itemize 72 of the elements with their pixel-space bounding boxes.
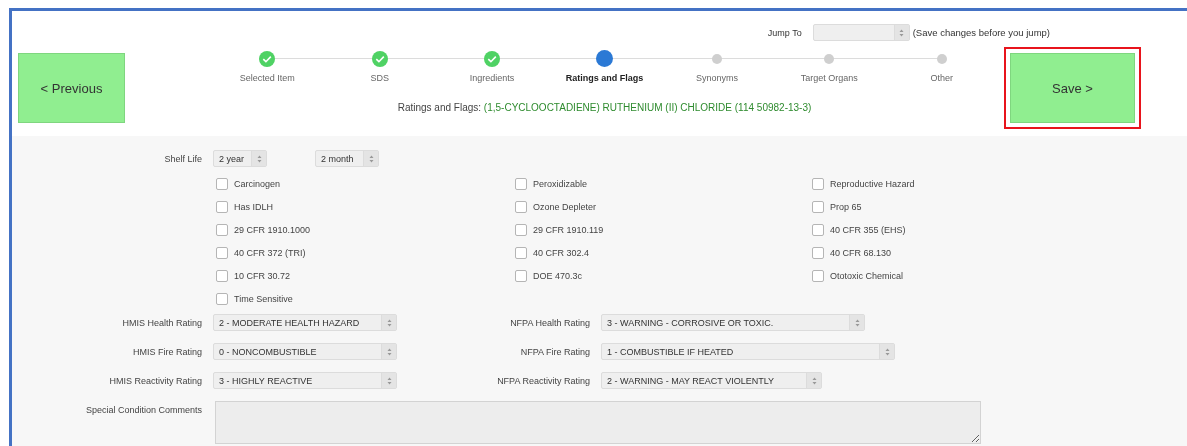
jump-to-dropdown[interactable] — [812, 24, 910, 41]
rating-label: NFPA Health Rating — [509, 317, 591, 328]
checkbox-label: Time Sensitive — [234, 293, 293, 304]
step-label[interactable]: Selected Item — [239, 73, 295, 84]
checkbox[interactable] — [812, 177, 824, 190]
rating-dropdown[interactable]: 3 - HIGHLY REACTIVE — [213, 372, 397, 389]
checkbox-label: 40 CFR 302.4 — [533, 247, 590, 258]
checkbox-label: Reproductive Hazard — [830, 178, 915, 189]
checkbox[interactable] — [515, 223, 527, 236]
checkbox-label: 29 CFR 1910.119 — [533, 224, 604, 235]
rating-label: NFPA Reactivity Rating — [496, 375, 591, 386]
checkbox[interactable] — [216, 177, 228, 190]
rating-dropdown[interactable]: 2 - MODERATE HEALTH HAZARD — [213, 314, 397, 331]
updown-caret-icon — [386, 376, 392, 385]
step-label[interactable]: Ingredients — [469, 73, 515, 84]
rating-dropdown[interactable]: 1 - COMBUSTIBLE IF HEATED — [601, 343, 895, 360]
step-label[interactable]: Other — [930, 73, 953, 84]
rating-dropdown[interactable]: 3 - WARNING - CORROSIVE OR TOXIC. — [601, 314, 865, 331]
checkbox-label: 10 CFR 30.72 — [234, 270, 291, 281]
rating-label: HMIS Reactivity Rating — [108, 375, 203, 386]
checkbox[interactable] — [216, 223, 228, 236]
checkbox[interactable] — [216, 269, 228, 282]
months-dropdown[interactable]: 2 month — [315, 150, 379, 167]
jump-to-label: Jump To — [767, 27, 802, 38]
chemical-name: (1,5-CYCLOOCTADIENE) RUTHENIUM (II) CHLORIDE (114 50982-13-3) — [483, 102, 812, 113]
years-dropdown[interactable]: 2 year — [213, 150, 267, 167]
step-label[interactable]: Ratings and Flags — [565, 73, 644, 84]
updown-caret-icon — [256, 154, 262, 163]
checkbox-label: 40 CFR 68.130 — [830, 247, 892, 258]
updown-caret-icon — [884, 347, 890, 356]
checkbox-label: Prop 65 — [830, 201, 862, 212]
updown-caret-icon — [386, 318, 392, 327]
updown-caret-icon — [368, 154, 374, 163]
updown-caret-icon — [386, 347, 392, 356]
comments-label: Special Condition Comments — [84, 404, 203, 415]
shelf-life-label: Shelf Life — [163, 153, 203, 164]
checkbox-label: DOE 470.3c — [533, 270, 583, 281]
rating-label: HMIS Fire Rating — [131, 346, 203, 357]
previous-button[interactable]: < Previous — [18, 53, 125, 123]
checkbox[interactable] — [216, 246, 228, 259]
checkbox-label: Carcinogen — [234, 178, 281, 189]
checkbox-label: 40 CFR 355 (EHS) — [830, 224, 906, 235]
checkbox-label: Peroxidizable — [533, 178, 588, 189]
step-label[interactable]: SDS — [370, 73, 389, 84]
rating-label: NFPA Fire Rating — [519, 346, 591, 357]
checkbox-label: 40 CFR 372 (TRI) — [234, 247, 306, 258]
checkbox[interactable] — [216, 200, 228, 213]
updown-caret-icon — [811, 376, 817, 385]
step-label[interactable]: Synonyms — [695, 73, 738, 84]
updown-caret-icon — [854, 318, 860, 327]
save-button[interactable]: Save > — [1010, 53, 1135, 123]
checkbox[interactable] — [515, 246, 527, 259]
checkbox[interactable] — [812, 246, 824, 259]
checkbox[interactable] — [515, 177, 527, 190]
comments-field[interactable] — [215, 401, 981, 444]
checkbox-label: Ozone Depleter — [533, 201, 597, 212]
checkbox-label: 29 CFR 1910.1000 — [234, 224, 311, 235]
checkbox-label: Has IDLH — [234, 201, 273, 212]
checkbox[interactable] — [812, 269, 824, 282]
rating-dropdown[interactable]: 0 - NONCOMBUSTIBLE — [213, 343, 397, 360]
checkbox[interactable] — [812, 200, 824, 213]
subtitle-label: Ratings and Flags: — [397, 102, 482, 113]
step-label[interactable]: Target Organs — [800, 73, 858, 84]
rating-dropdown[interactable]: 2 - WARNING - MAY REACT VIOLENTLY — [601, 372, 822, 389]
checkbox[interactable] — [515, 200, 527, 213]
updown-caret-icon — [899, 28, 905, 37]
checkbox[interactable] — [515, 269, 527, 282]
checkbox-label: Ototoxic Chemical — [830, 270, 904, 281]
jump-hint: (Save changes before you jump) — [912, 27, 1050, 38]
checkbox[interactable] — [216, 292, 228, 305]
checkbox[interactable] — [812, 223, 824, 236]
rating-label: HMIS Health Rating — [121, 317, 203, 328]
